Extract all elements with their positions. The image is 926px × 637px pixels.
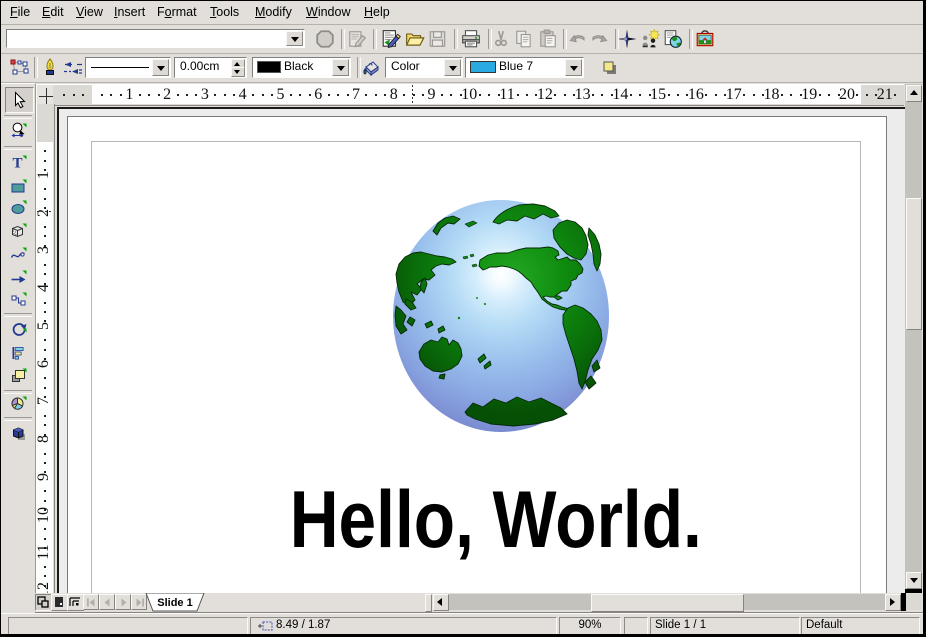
svg-text:Slide 1: Slide 1 [157, 597, 192, 609]
svg-text:T: T [12, 156, 22, 171]
